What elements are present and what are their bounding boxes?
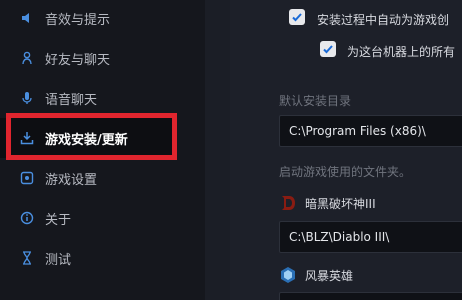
default-install-dir-field[interactable]: C:\Program Files (x86)\: [279, 115, 462, 147]
sidebar-item-sound[interactable]: 音效与提示: [0, 0, 175, 38]
heroes-icon: [279, 266, 297, 284]
game-name: 暗黑破坏神III: [305, 196, 376, 211]
microphone-icon: [19, 90, 35, 106]
person-icon: [19, 50, 35, 66]
default-install-dir-label: 默认安装目录: [279, 94, 352, 108]
game-row-heroes: 风暴英雄: [279, 266, 353, 284]
heroes-path-field[interactable]: [279, 292, 462, 300]
game-name: 风暴英雄: [305, 268, 354, 283]
sidebar-item-about[interactable]: 关于: [0, 198, 175, 238]
sidebar-item-game-install-update[interactable]: 游戏安装/更新: [0, 118, 175, 158]
all-users-label: 为这台机器上的所有: [347, 45, 456, 59]
diablo-path-field[interactable]: C:\BLZ\Diablo III\: [279, 221, 462, 253]
sidebar-item-friends-chat[interactable]: 好友与聊天: [0, 38, 175, 78]
sidebar-item-label: 好友与聊天: [45, 52, 111, 68]
sidebar-item-label: 关于: [45, 212, 72, 228]
gear-icon: [19, 170, 35, 186]
sidebar-item-label: 语音聊天: [45, 92, 98, 108]
download-icon: [19, 130, 35, 146]
sidebar-item-test[interactable]: 测试: [0, 238, 175, 278]
sidebar-item-voice-chat[interactable]: 语音聊天: [0, 78, 175, 118]
speaker-icon: [19, 10, 35, 26]
sidebar-item-label: 游戏安装/更新: [45, 132, 128, 148]
sidebar-item-game-settings[interactable]: 游戏设置: [0, 158, 175, 198]
sidebar-item-label: 游戏设置: [45, 172, 98, 188]
hourglass-icon: [19, 250, 35, 266]
sidebar-item-label: 测试: [45, 252, 72, 268]
all-users-checkbox[interactable]: [320, 41, 336, 57]
diablo-icon: [279, 194, 297, 212]
info-icon: [19, 210, 35, 226]
auto-create-shortcut-label: 安装过程中自动为游戏创: [317, 13, 450, 27]
game-row-diablo: 暗黑破坏神III: [279, 194, 376, 212]
sidebar-item-label: 音效与提示: [45, 12, 111, 28]
game-folders-label: 启动游戏使用的文件夹。: [279, 165, 412, 179]
settings-sidebar: 音效与提示 好友与聊天 语音聊天 游戏安装/更新 游戏设置 关于 测试: [0, 0, 175, 300]
auto-create-shortcut-checkbox[interactable]: [289, 9, 305, 25]
